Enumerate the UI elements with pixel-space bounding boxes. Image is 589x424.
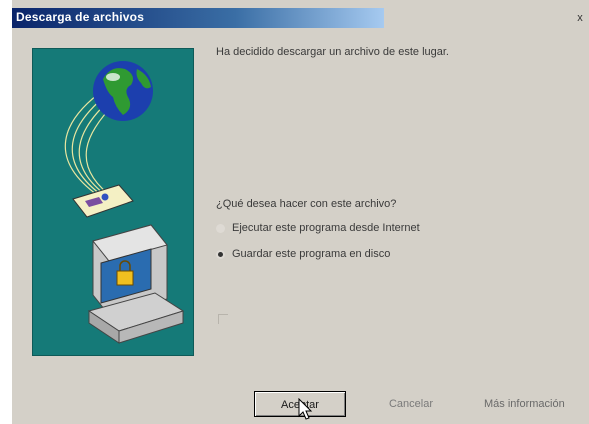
arrow-cursor-icon xyxy=(298,398,313,420)
ask-before-open-checkbox[interactable] xyxy=(218,314,228,324)
radio-button[interactable] xyxy=(216,223,225,233)
cancel-button[interactable]: Cancelar xyxy=(367,391,455,417)
close-icon[interactable]: x xyxy=(574,10,586,26)
more-info-button[interactable]: Más información xyxy=(474,391,589,417)
option-label: Ejecutar este programa desde Internet xyxy=(232,222,420,234)
title-bar[interactable]: Descarga de archivos xyxy=(12,8,384,28)
option-save-to-disk[interactable]: Guardar este programa en disco xyxy=(216,246,390,262)
action-question: ¿Qué desea hacer con este archivo? xyxy=(216,198,397,210)
download-message: Ha decidido descargar un archivo de este… xyxy=(216,46,449,58)
window-title: Descarga de archivos xyxy=(16,10,145,24)
download-dialog: Descarga de archivos x Ha decidido desca… xyxy=(12,0,589,424)
download-illustration xyxy=(32,48,194,356)
option-run-from-internet[interactable]: Ejecutar este programa desde Internet xyxy=(216,220,420,236)
radio-button[interactable] xyxy=(216,249,225,259)
option-label: Guardar este programa en disco xyxy=(232,248,391,260)
globe-computer-icon xyxy=(64,61,185,344)
